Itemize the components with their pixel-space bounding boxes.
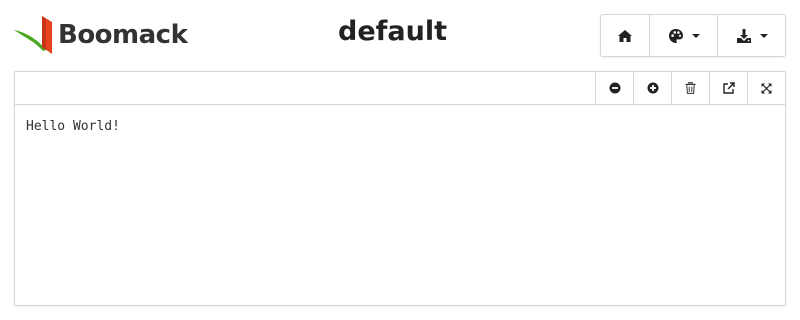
toolbar-button-group xyxy=(600,14,786,57)
trash-icon xyxy=(685,82,696,94)
theme-dropdown-button[interactable] xyxy=(649,15,717,56)
chevron-down-icon xyxy=(691,33,700,38)
home-icon xyxy=(618,29,632,42)
open-external-button[interactable] xyxy=(709,72,747,104)
header: Boomack default xyxy=(0,0,800,70)
panel-toolbar xyxy=(15,72,785,105)
home-button[interactable] xyxy=(601,15,649,56)
zoom-out-icon xyxy=(609,82,620,94)
panel-tools xyxy=(595,72,785,104)
content-text: Hello World! xyxy=(26,119,120,134)
external-link-icon xyxy=(722,82,735,94)
delete-button[interactable] xyxy=(671,72,709,104)
panel-content: Hello World! xyxy=(15,105,785,148)
chevron-down-icon xyxy=(759,33,768,38)
expand-icon xyxy=(761,83,772,93)
content-panel: Hello World! xyxy=(14,71,786,306)
download-icon xyxy=(736,28,751,43)
zoom-in-button[interactable] xyxy=(633,72,671,104)
zoom-in-icon xyxy=(647,82,658,94)
download-dropdown-button[interactable] xyxy=(717,15,785,56)
zoom-out-button[interactable] xyxy=(595,72,633,104)
palette-icon xyxy=(668,28,683,43)
expand-button[interactable] xyxy=(747,72,785,104)
